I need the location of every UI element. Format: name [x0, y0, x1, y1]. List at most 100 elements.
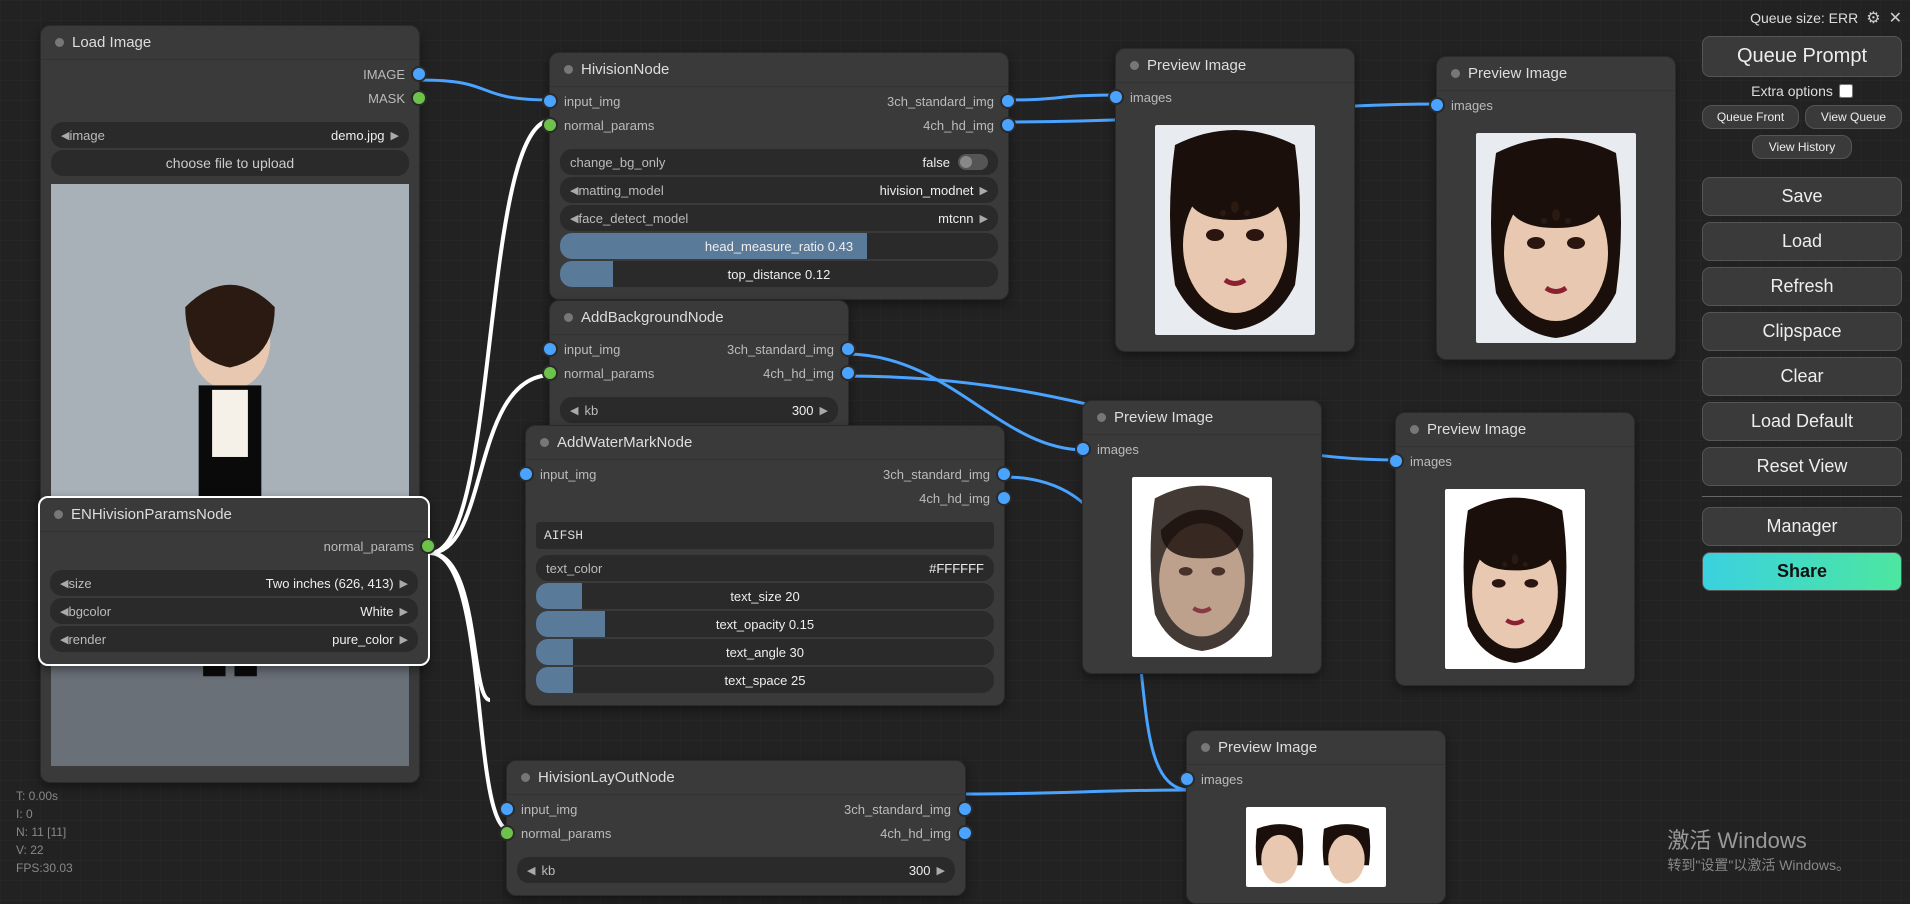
preview-face-image — [1476, 133, 1636, 343]
slot-in-input-img[interactable]: input_img — [517, 801, 577, 817]
upload-button[interactable]: choose file to upload — [51, 150, 409, 176]
slot-out-3ch[interactable]: 3ch_standard_img — [844, 801, 955, 817]
slot-out-4ch[interactable]: 4ch_hd_img — [763, 365, 838, 381]
slot-in-normal-params[interactable]: normal_params — [560, 365, 654, 381]
node-title: HivisionNode — [581, 61, 669, 78]
node-title: ENHivisionParamsNode — [71, 506, 232, 523]
render-combo[interactable]: ◀render pure_color▶ — [50, 626, 418, 652]
node-title: HivisionLayOutNode — [538, 769, 675, 786]
demo-image — [51, 184, 409, 766]
share-button[interactable]: Share — [1702, 552, 1902, 591]
slot-out-4ch[interactable]: 4ch_hd_img — [880, 825, 955, 841]
face-detect-combo[interactable]: ◀face_detect_model mtcnn▶ — [560, 205, 998, 231]
clipspace-button[interactable]: Clipspace — [1702, 312, 1902, 351]
node-hivision[interactable]: HivisionNode input_img 3ch_standard_img … — [549, 52, 1009, 300]
node-enh-params[interactable]: ENHivisionParamsNode normal_params ◀size… — [38, 496, 430, 666]
node-hivision-layout[interactable]: HivisionLayOutNode input_img 3ch_standar… — [506, 760, 966, 896]
text-color-input[interactable]: text_color #FFFFFF — [536, 555, 994, 581]
queue-size-label: Queue size: ERR — [1750, 10, 1858, 26]
top-distance-slider[interactable]: top_distance 0.12 — [560, 261, 998, 287]
slot-in-normal-params[interactable]: normal_params — [517, 825, 611, 841]
slot-in-normal-params[interactable]: normal_params — [560, 117, 654, 133]
node-preview-image-2[interactable]: Preview Image images — [1436, 56, 1676, 360]
slot-out-image[interactable]: IMAGE — [363, 66, 409, 82]
slot-out-mask[interactable]: MASK — [368, 90, 409, 106]
slot-out-4ch[interactable]: 4ch_hd_img — [923, 117, 998, 133]
node-preview-image-1[interactable]: Preview Image images — [1115, 48, 1355, 352]
slot-in-input-img[interactable]: input_img — [560, 341, 620, 357]
collapse-dot[interactable] — [54, 510, 63, 519]
save-button[interactable]: Save — [1702, 177, 1902, 216]
preview-face-image — [1445, 489, 1585, 669]
kb-number[interactable]: ◀ kb300 ▶ — [517, 857, 955, 883]
collapse-dot[interactable] — [564, 65, 573, 74]
node-header[interactable]: Preview Image — [1083, 401, 1321, 435]
slot-in-images[interactable]: images — [1093, 441, 1139, 457]
slot-out-3ch[interactable]: 3ch_standard_img — [883, 466, 994, 482]
slot-out-3ch[interactable]: 3ch_standard_img — [887, 93, 998, 109]
node-header[interactable]: AddBackgroundNode — [550, 301, 848, 335]
image-combo[interactable]: ◀ image demo.jpg ▶ — [51, 122, 409, 148]
toggle-switch[interactable] — [958, 154, 988, 170]
view-history-button[interactable]: View History — [1752, 135, 1852, 159]
node-header[interactable]: ENHivisionParamsNode — [40, 498, 428, 532]
chevron-left-icon[interactable]: ◀ — [61, 129, 69, 142]
node-header[interactable]: Preview Image — [1437, 57, 1675, 91]
gear-icon[interactable]: ⚙ — [1866, 8, 1880, 28]
collapse-dot[interactable] — [540, 438, 549, 447]
size-combo[interactable]: ◀size Two inches (626, 413)▶ — [50, 570, 418, 596]
view-queue-button[interactable]: View Queue — [1805, 105, 1902, 129]
node-header[interactable]: Preview Image — [1116, 49, 1354, 83]
close-icon[interactable]: ✕ — [1889, 8, 1902, 28]
node-header[interactable]: HivisionNode — [550, 53, 1008, 87]
collapse-dot[interactable] — [55, 38, 64, 47]
watermark-text-input[interactable]: AIFSH — [536, 522, 994, 549]
extra-options-label: Extra options — [1751, 83, 1833, 99]
chevron-right-icon[interactable]: ▶ — [391, 129, 399, 142]
text-angle-slider[interactable]: text_angle 30 — [536, 639, 994, 665]
load-button[interactable]: Load — [1702, 222, 1902, 261]
slot-in-input-img[interactable]: input_img — [560, 93, 620, 109]
refresh-button[interactable]: Refresh — [1702, 267, 1902, 306]
node-header[interactable]: AddWaterMarkNode — [526, 426, 1004, 460]
slot-in-input-img[interactable]: input_img — [536, 466, 596, 482]
node-preview-image-5[interactable]: Preview Image images — [1186, 730, 1446, 904]
manager-button[interactable]: Manager — [1702, 507, 1902, 546]
slot-out-3ch[interactable]: 3ch_standard_img — [727, 341, 838, 357]
node-header[interactable]: HivisionLayOutNode — [507, 761, 965, 795]
matting-model-combo[interactable]: ◀matting_model hivision_modnet▶ — [560, 177, 998, 203]
reset-view-button[interactable]: Reset View — [1702, 447, 1902, 486]
node-add-background[interactable]: AddBackgroundNode input_img 3ch_standard… — [549, 300, 849, 436]
change-bg-toggle[interactable]: change_bg_only false — [560, 149, 998, 175]
preview-face-image — [1155, 125, 1315, 335]
node-add-watermark[interactable]: AddWaterMarkNode input_img 3ch_standard_… — [525, 425, 1005, 706]
node-preview-image-4[interactable]: Preview Image images — [1395, 412, 1635, 686]
text-space-slider[interactable]: text_space 25 — [536, 667, 994, 693]
slot-in-images[interactable]: images — [1406, 453, 1452, 469]
clear-button[interactable]: Clear — [1702, 357, 1902, 396]
collapse-dot[interactable] — [564, 313, 573, 322]
queue-prompt-button[interactable]: Queue Prompt — [1702, 36, 1902, 77]
bgcolor-combo[interactable]: ◀bgcolor White▶ — [50, 598, 418, 624]
node-header[interactable]: Preview Image — [1396, 413, 1634, 447]
queue-front-button[interactable]: Queue Front — [1702, 105, 1799, 129]
slot-in-images[interactable]: images — [1126, 89, 1172, 105]
text-opacity-slider[interactable]: text_opacity 0.15 — [536, 611, 994, 637]
sidebar-panel[interactable]: Queue size: ERR ⚙ ✕ Queue Prompt Extra o… — [1702, 8, 1902, 591]
node-preview-image-3[interactable]: Preview Image images — [1082, 400, 1322, 674]
node-load-image[interactable]: Load Image IMAGE MASK ◀ image demo.jpg ▶… — [40, 25, 420, 783]
slot-out-normal-params[interactable]: normal_params — [324, 538, 418, 554]
extra-options-checkbox[interactable] — [1839, 84, 1853, 98]
slot-in-images[interactable]: images — [1197, 771, 1243, 787]
slot-in-images[interactable]: images — [1447, 97, 1493, 113]
load-default-button[interactable]: Load Default — [1702, 402, 1902, 441]
text-size-slider[interactable]: text_size 20 — [536, 583, 994, 609]
kb-number[interactable]: ◀ kb300 ▶ — [560, 397, 838, 423]
slot-out-4ch[interactable]: 4ch_hd_img — [919, 490, 994, 506]
head-measure-ratio-slider[interactable]: head_measure_ratio 0.43 — [560, 233, 998, 259]
node-header[interactable]: Preview Image — [1187, 731, 1445, 765]
collapse-dot[interactable] — [521, 773, 530, 782]
node-header[interactable]: Load Image — [41, 26, 419, 60]
stats-overlay: T: 0.00s I: 0 N: 11 [11] V: 22 FPS:30.03 — [16, 787, 73, 877]
node-title: AddWaterMarkNode — [557, 434, 692, 451]
